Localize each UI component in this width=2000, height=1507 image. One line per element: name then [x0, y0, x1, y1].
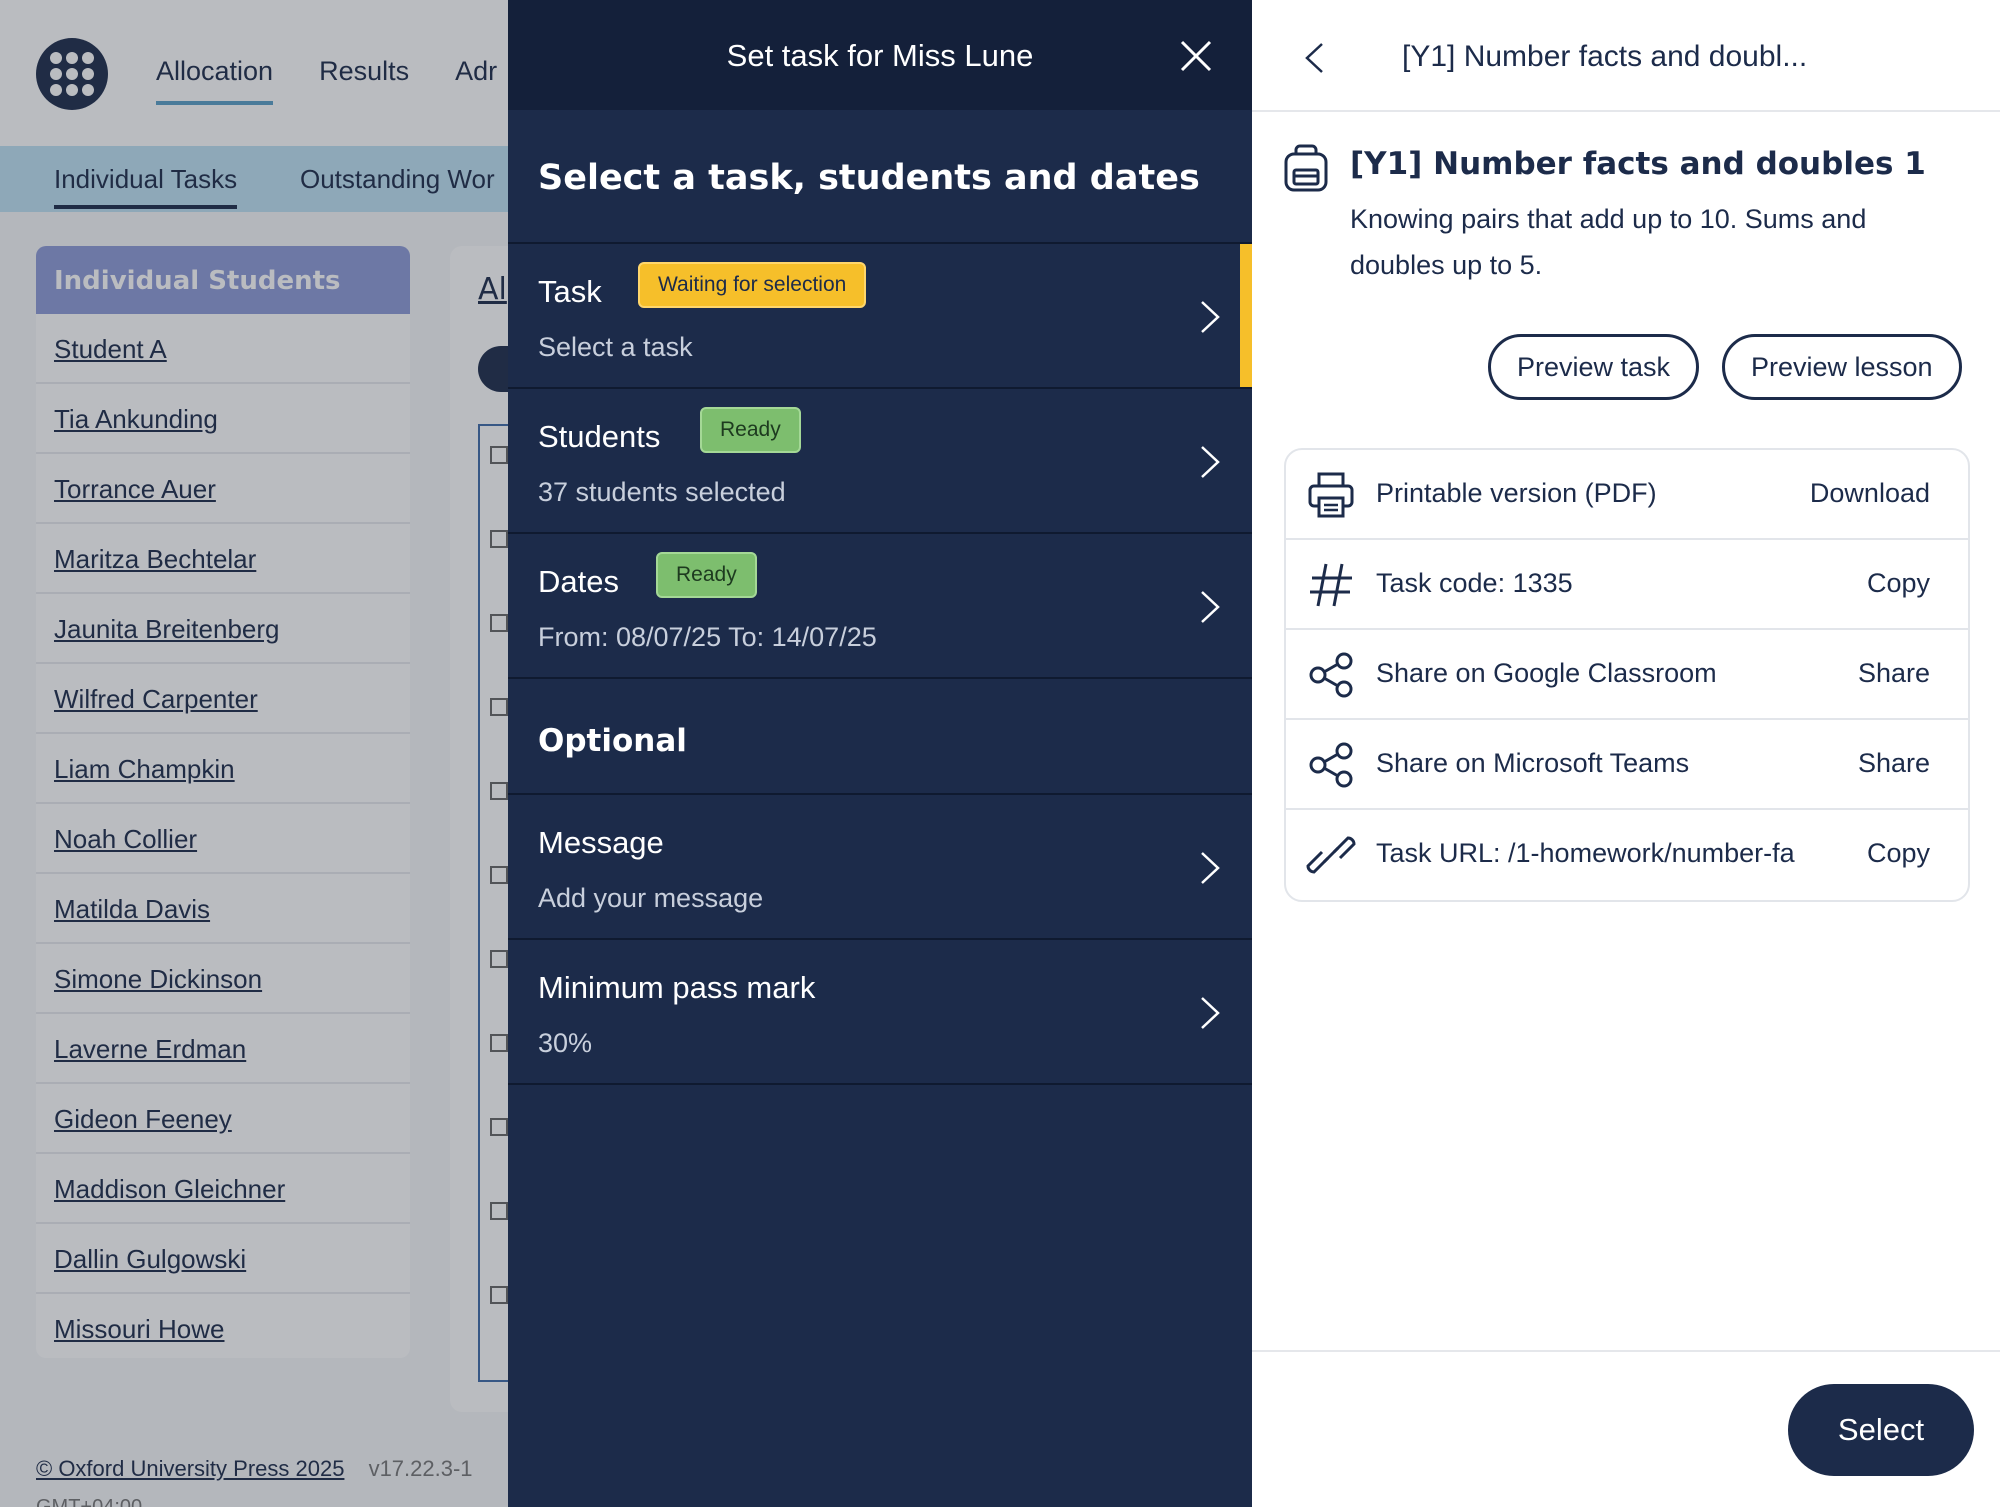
modal-overlay[interactable] [0, 0, 508, 1507]
task-code-text: Task code: 1335 [1376, 568, 1573, 598]
dates-row-label: Dates [538, 564, 619, 599]
task-description: Knowing pairs that add up to 10. Sums an… [1350, 204, 1867, 280]
chevron-left-icon[interactable] [1302, 40, 1326, 76]
share-teams-link[interactable]: Share [1858, 748, 1930, 779]
copy-url-link[interactable]: Copy [1867, 838, 1930, 869]
printable-version-text: Printable version (PDF) [1376, 478, 1657, 508]
students-row[interactable]: Students Ready 37 students selected [508, 389, 1252, 534]
hash-icon [1310, 563, 1352, 607]
students-row-value: 37 students selected [538, 477, 786, 507]
task-detail-footer: Select [1252, 1350, 2000, 1507]
chevron-right-icon [1201, 997, 1220, 1029]
google-classroom-text: Share on Google Classroom [1376, 658, 1717, 688]
dates-row[interactable]: Dates Ready From: 08/07/25 To: 14/07/25 [508, 534, 1252, 679]
share-icon [1309, 742, 1353, 788]
printer-icon [1308, 472, 1354, 518]
chevron-right-icon [1201, 301, 1220, 333]
pass-mark-row-value: 30% [538, 1028, 593, 1058]
set-task-panel: Set task for Miss Lune Select a task, st… [508, 0, 1252, 1507]
link-icon [1306, 836, 1356, 874]
task-detail-panel: [Y1] Number facts and doubl... [Y1] Numb… [1252, 0, 2000, 1507]
pass-mark-row-label: Minimum pass mark [538, 970, 816, 1005]
task-code-row[interactable]: Task code: 1335 Copy [1286, 540, 1968, 630]
task-resources-list: Printable version (PDF) Download Task co… [1284, 448, 1970, 902]
status-badge: Ready [700, 407, 801, 453]
optional-heading: Optional [508, 679, 1252, 795]
task-row-label: Task [538, 274, 602, 309]
preview-task-button[interactable]: Preview task [1488, 334, 1700, 400]
share-google-link[interactable]: Share [1858, 658, 1930, 689]
task-url-text: Task URL: /1-homework/number-fa [1376, 838, 1795, 868]
chevron-right-icon [1201, 591, 1220, 623]
message-row-label: Message [538, 825, 664, 860]
chevron-right-icon [1201, 852, 1220, 884]
set-task-heading: Select a task, students and dates [508, 110, 1252, 244]
backpack-icon [1284, 144, 1328, 192]
download-link[interactable]: Download [1810, 478, 1930, 509]
microsoft-teams-text: Share on Microsoft Teams [1376, 748, 1690, 778]
message-row-value: Add your message [538, 883, 764, 913]
task-row[interactable]: Task Waiting for selection Select a task [508, 244, 1252, 389]
microsoft-teams-row[interactable]: Share on Microsoft Teams Share [1286, 720, 1968, 810]
copy-code-link[interactable]: Copy [1867, 568, 1930, 599]
dates-row-value: From: 08/07/25 To: 14/07/25 [538, 622, 877, 652]
preview-lesson-button[interactable]: Preview lesson [1722, 334, 1962, 400]
google-classroom-row[interactable]: Share on Google Classroom Share [1286, 630, 1968, 720]
status-badge: Waiting for selection [638, 262, 867, 308]
pass-mark-row[interactable]: Minimum pass mark 30% [508, 940, 1252, 1085]
students-row-label: Students [538, 419, 661, 454]
task-title: [Y1] Number facts and doubles 1 [1350, 146, 1926, 182]
printable-version-row[interactable]: Printable version (PDF) Download [1286, 450, 1968, 540]
set-task-header: Set task for Miss Lune [508, 0, 1252, 110]
message-row[interactable]: Message Add your message [508, 795, 1252, 940]
share-icon [1309, 652, 1353, 698]
task-detail-header-title: [Y1] Number facts and doubl... [1402, 40, 1808, 73]
task-url-row[interactable]: Task URL: /1-homework/number-fa Copy [1286, 810, 1968, 900]
select-button[interactable]: Select [1788, 1384, 1974, 1476]
set-task-title: Set task for Miss Lune [726, 38, 1034, 73]
status-badge: Ready [656, 552, 757, 598]
close-icon[interactable] [1176, 36, 1216, 76]
task-detail-header: [Y1] Number facts and doubl... [1252, 0, 2000, 112]
task-row-value: Select a task [538, 332, 693, 362]
chevron-right-icon [1201, 446, 1220, 478]
